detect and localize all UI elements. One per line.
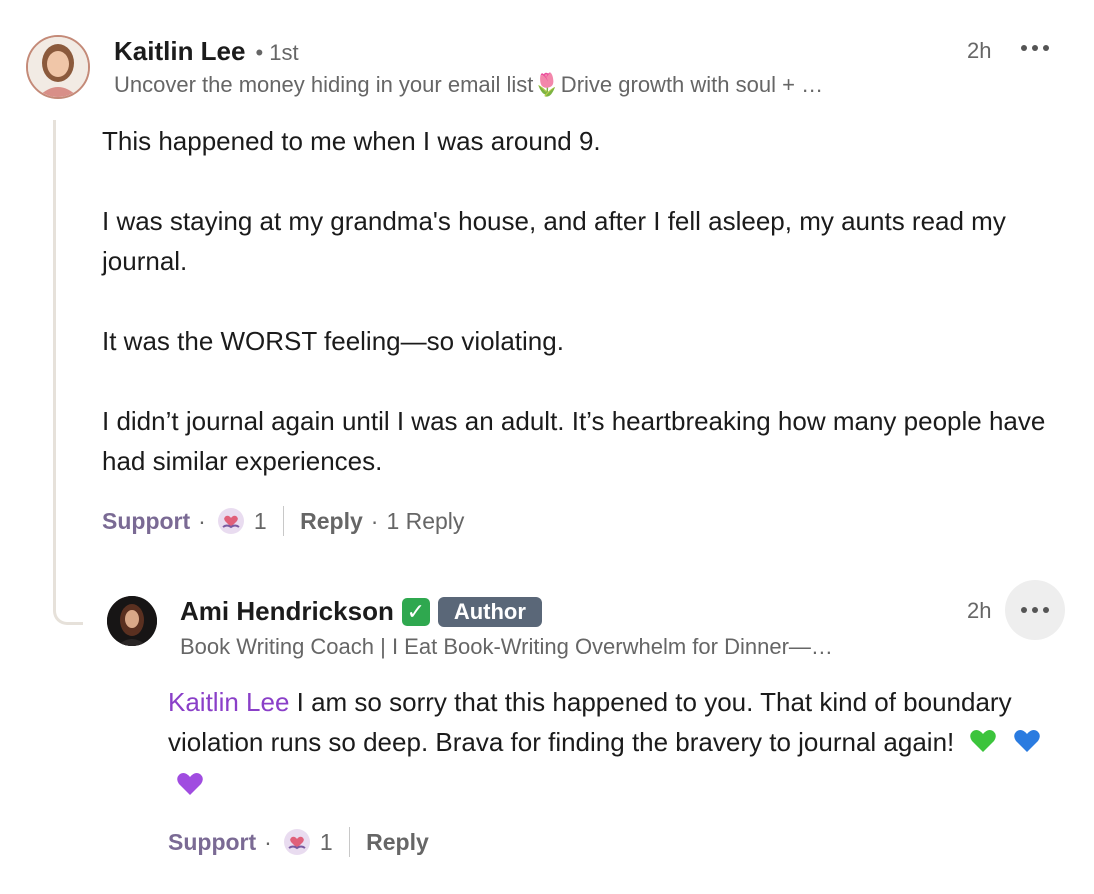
avatar[interactable] <box>26 35 90 99</box>
timestamp: 2h <box>967 38 992 63</box>
reply-avatar-image <box>107 596 157 646</box>
mention-link[interactable]: Kaitlin Lee <box>168 687 289 717</box>
reply-body: Kaitlin Lee I am so sorry that this happ… <box>168 682 1058 808</box>
connection-degree: • 1st <box>255 40 299 65</box>
comment-paragraph: I didn’t journal again until I was an ad… <box>102 406 1046 476</box>
blue-heart-icon <box>1013 725 1041 765</box>
reply-author-name[interactable]: Ami Hendrickson <box>180 596 394 627</box>
thread-connector <box>53 120 83 625</box>
comment-paragraph: This happened to me when I was around 9. <box>102 126 601 156</box>
separator-dot: · <box>264 828 272 855</box>
verified-check-icon: ✓ <box>401 597 430 626</box>
reply-button[interactable]: Reply <box>300 508 363 535</box>
reaction-count[interactable]: 1 <box>254 508 267 535</box>
reply-avatar[interactable] <box>107 596 157 646</box>
reply-author-headline: Book Writing Coach | I Eat Book-Writing … <box>180 634 833 659</box>
reply-support-button[interactable]: Support <box>168 829 256 856</box>
comment-paragraph: It was the WORST feeling—so violating. <box>102 326 564 356</box>
comment-header: Kaitlin Lee • 1st <box>114 36 299 67</box>
comment-actions: Support · 1 Reply · 1 Reply <box>102 503 464 539</box>
reply-reply-button[interactable]: Reply <box>366 829 429 856</box>
reply-header: Ami Hendrickson ✓ Author <box>180 596 542 627</box>
reply-count-link[interactable]: 1 Reply <box>386 508 464 535</box>
avatar-image <box>28 37 88 97</box>
separator-dot: · <box>198 507 206 534</box>
reply-timestamp: 2h <box>967 598 992 623</box>
support-reaction-icon[interactable] <box>283 829 310 855</box>
more-options-button[interactable] <box>1005 18 1065 78</box>
separator-dot: · <box>370 507 379 534</box>
support-button[interactable]: Support <box>102 508 190 535</box>
author-headline: Uncover the money hiding in your email l… <box>114 72 824 97</box>
reply-actions: Support · 1 Reply <box>168 824 429 860</box>
support-reaction-icon[interactable] <box>217 508 244 534</box>
reply-text: I am so sorry that this happened to you.… <box>168 687 1012 757</box>
divider <box>348 827 351 857</box>
divider <box>282 506 285 536</box>
reply-reaction-count[interactable]: 1 <box>320 829 333 856</box>
reply-more-options-button[interactable] <box>1005 580 1065 640</box>
green-heart-icon <box>969 725 997 765</box>
comment-body: This happened to me when I was around 9.… <box>102 121 1077 521</box>
author-name[interactable]: Kaitlin Lee <box>114 36 245 67</box>
more-icon <box>1021 607 1027 613</box>
purple-heart-icon <box>176 768 204 808</box>
more-icon <box>1021 45 1027 51</box>
comment-paragraph: I was staying at my grandma's house, and… <box>102 206 1006 276</box>
author-badge: Author <box>437 596 542 627</box>
